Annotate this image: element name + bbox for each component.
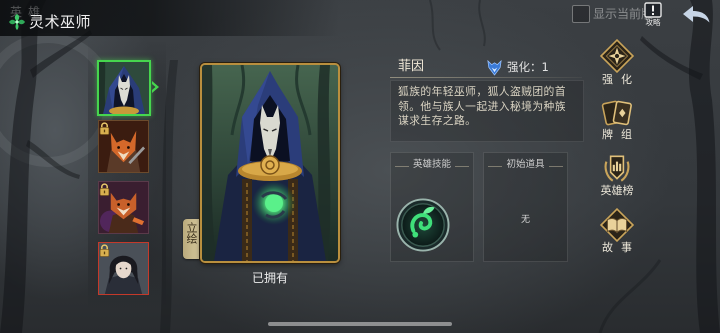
guide-notice-icon [644, 2, 662, 18]
card-deck-icon[interactable] [600, 96, 634, 130]
hero-name: 菲因 [398, 59, 425, 74]
story-book-icon[interactable] [600, 208, 634, 242]
art-tab-label: 立绘 [185, 222, 198, 244]
blue-wolf-crest-icon [487, 59, 502, 76]
page-title: 灵术巫师 [29, 13, 92, 31]
hero-description: 狐族的年轻巫师，狐人盗贼团的首 领。他与族人一起进入秘境为种族 谋求生存之路。 [390, 80, 584, 142]
enhance-level: 强化：1 [507, 60, 549, 74]
panel-header: 英雄技能 [391, 159, 473, 171]
hooded-wolf-wizard-illustration [202, 65, 338, 261]
enhance-diamond-icon[interactable] [600, 39, 634, 73]
enhance-button-label[interactable]: 强化 [592, 73, 642, 87]
hero-screen: 英雄 灵术巫师 显示当前版 攻略 立绘 已拥有 菲因 强化：1 狐族的年轻巫师，… [0, 0, 720, 333]
starting-item-label: 初始道具 [506, 159, 545, 170]
deck-button-label[interactable]: 牌组 [592, 128, 642, 142]
description-line: 领。他与族人一起进入秘境为种族 [398, 99, 566, 113]
hooded-wolf-wizard-portrait [99, 62, 149, 114]
lock-icon [99, 122, 110, 135]
description-line: 狐族的年轻巫师，狐人盗贼团的首 [398, 85, 566, 98]
home-indicator[interactable] [268, 322, 452, 326]
lock-icon [99, 183, 110, 196]
panel-header: 初始道具 [484, 159, 567, 171]
story-button-label[interactable]: 故事 [592, 241, 642, 255]
selected-chevron-icon [152, 81, 159, 93]
hero-ranking-icon[interactable] [600, 151, 634, 185]
hero-card-art[interactable] [200, 63, 340, 263]
guide-button[interactable]: 攻略 [641, 1, 665, 29]
hero-slot-1[interactable] [97, 60, 151, 116]
green-clover-icon [9, 14, 25, 30]
hero-ranking-button-label[interactable]: 英雄榜 [592, 184, 642, 198]
starting-item-panel: 初始道具 [483, 152, 568, 262]
green-spiral-skill-icon[interactable] [396, 198, 450, 252]
ownership-status: 已拥有 [251, 271, 288, 285]
guide-label: 攻略 [645, 18, 661, 27]
hero-skill-label: 英雄技能 [412, 159, 451, 170]
description-line: 谋求生存之路。 [398, 114, 477, 127]
starting-item-value: 无 [520, 215, 530, 225]
back-arrow-icon[interactable] [681, 4, 711, 24]
lock-icon [99, 244, 110, 257]
show-current-version-checkbox[interactable] [572, 5, 590, 23]
art-tab[interactable]: 立绘 [183, 219, 199, 259]
name-divider [390, 77, 582, 78]
